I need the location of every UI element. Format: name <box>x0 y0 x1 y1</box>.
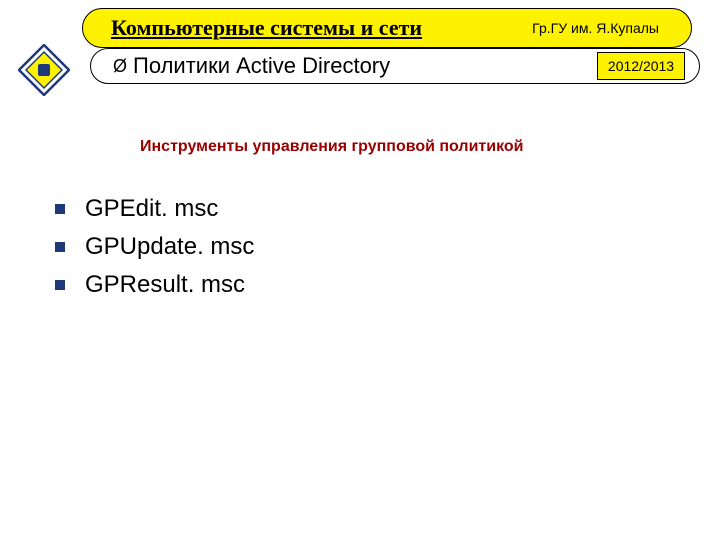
square-bullet-icon <box>55 204 65 214</box>
subtopic-bar: Ø Политики Active Directory 2012/2013 <box>90 48 700 84</box>
logo-diamond-icon <box>18 44 70 96</box>
arrow-bullet-icon: Ø <box>113 56 127 77</box>
list-item: GPUpdate. msc <box>55 233 254 261</box>
institution-logo <box>18 44 70 96</box>
section-heading: Инструменты управления групповой политик… <box>140 138 524 156</box>
academic-year-badge: 2012/2013 <box>597 52 685 80</box>
tool-name: GPResult. msc <box>85 271 245 299</box>
square-bullet-icon <box>55 242 65 252</box>
list-item: GPResult. msc <box>55 271 254 299</box>
tools-list: GPEdit. msc GPUpdate. msc GPResult. msc <box>55 195 254 309</box>
tool-name: GPEdit. msc <box>85 195 218 223</box>
institution-name: Гр.ГУ им. Я.Купалы <box>532 20 659 36</box>
course-title-bar: Компьютерные системы и сети Гр.ГУ им. Я.… <box>82 8 692 48</box>
list-item: GPEdit. msc <box>55 195 254 223</box>
academic-year: 2012/2013 <box>608 58 674 74</box>
course-title: Компьютерные системы и сети <box>111 15 422 41</box>
subtopic-title: Политики Active Directory <box>133 53 390 79</box>
square-bullet-icon <box>55 280 65 290</box>
tool-name: GPUpdate. msc <box>85 233 254 261</box>
